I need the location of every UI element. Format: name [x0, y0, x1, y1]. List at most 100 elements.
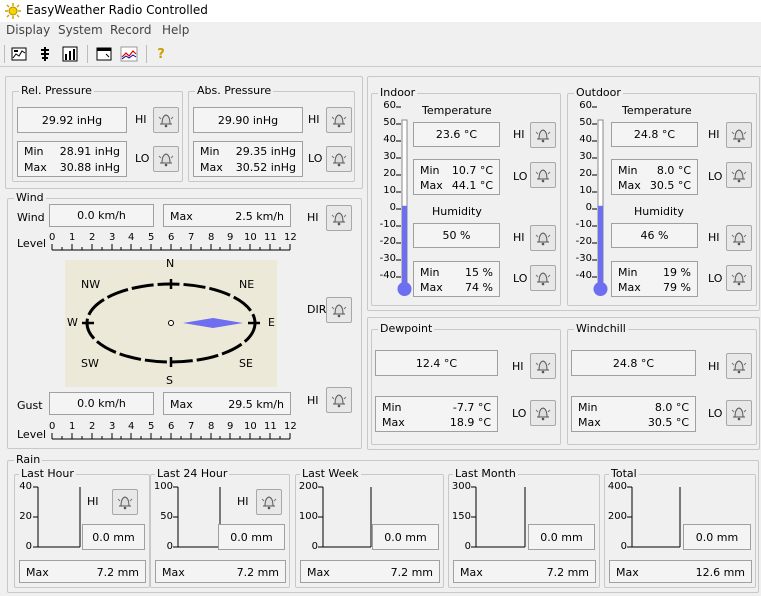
windchill-title: Windchill: [574, 322, 628, 335]
dewpoint-lo-label: LO: [512, 407, 527, 420]
rain-last-week-max: Max 7.2 mm: [300, 560, 440, 583]
outdoor-title: Outdoor: [574, 86, 623, 99]
outdoor-hum-hi-label: HI: [708, 231, 720, 244]
abs-pressure-group: Abs. Pressure 29.90 inHg HI Min 29.35 in…: [188, 84, 355, 182]
menu-help[interactable]: Help: [162, 23, 189, 37]
rain-total-max: Max 12.6 mm: [609, 560, 752, 583]
wind-max-box: Max 2.5 km/h: [163, 204, 291, 227]
indoor-hum-hi-alarm-button[interactable]: [530, 225, 556, 251]
abs-pressure-title: Abs. Pressure: [195, 84, 274, 97]
wind-dir-label: DIR: [307, 303, 327, 316]
outdoor-hum-title: Humidity: [634, 205, 684, 218]
bar-chart-icon[interactable]: [60, 44, 80, 64]
outdoor-temp-lo-label: LO: [708, 170, 723, 183]
outdoor-temp-hi-alarm-button[interactable]: [726, 122, 752, 148]
rain-last-hour-hi-alarm-button[interactable]: [112, 489, 138, 515]
indoor-title: Indoor: [378, 86, 418, 99]
windchill-max: 30.5 °C: [647, 416, 689, 429]
indoor-temp-min: 10.7 °C: [451, 164, 493, 177]
dewpoint-lo-alarm-button[interactable]: [530, 400, 556, 426]
outdoor-thermometer: 60 50 40 30 20 10 0 -10 -20 -30 -40: [570, 100, 610, 300]
rain-last-hour-title: Last Hour: [19, 467, 76, 480]
outdoor-temp-title: Temperature: [622, 104, 692, 117]
indoor-thermometer: 60 50 40 30 20 10 0 -10 -20 -30 -40: [374, 100, 414, 300]
abs-pressure-value: 29.90 inHg: [193, 107, 303, 133]
pressure-panel: Rel. Pressure 29.92 inHg HI Min 28.91 in…: [5, 76, 363, 189]
bell-icon: [261, 496, 277, 510]
menu-record[interactable]: Record: [110, 23, 151, 37]
rain-last-week-group: Last Week 200 100 0 0.0 mm Max 7.2 mm: [295, 467, 444, 588]
windchill-hi-alarm-button[interactable]: [726, 353, 752, 379]
wind-level-scale: 0 1 2 3 4 5 6 7 8 9 10 11 12: [49, 232, 297, 251]
menu-system[interactable]: System: [58, 23, 103, 37]
outdoor-group: Outdoor 60 50 40 30 20 10 0 -10 -20 -30 …: [567, 86, 757, 306]
line-graph-icon[interactable]: [119, 44, 139, 64]
abs-pressure-max: 30.52 inHg: [235, 161, 296, 174]
chart-pen-icon[interactable]: [9, 44, 29, 64]
abs-pressure-lo-alarm-button[interactable]: [326, 146, 352, 172]
gust-max-box: Max 29.5 km/h: [163, 392, 291, 415]
abs-pressure-minmax: Min 29.35 inHg Max 30.52 inHg: [193, 141, 303, 177]
bell-icon: [331, 304, 347, 318]
abs-pressure-hi-label: HI: [308, 113, 320, 126]
bell-icon: [331, 394, 347, 408]
compass-se: SE: [239, 357, 253, 370]
title-bar: EasyWeather Radio Controlled: [0, 0, 761, 22]
rain-last-hour-value: 0.0 mm: [82, 524, 145, 550]
sun-icon: [5, 3, 21, 19]
indoor-hum-lo-label: LO: [513, 272, 528, 285]
outdoor-hum-hi-alarm-button[interactable]: [726, 225, 752, 251]
gust-value: 0.0 km/h: [49, 392, 154, 415]
indoor-temp-lo-alarm-button[interactable]: [530, 162, 556, 188]
bell-icon: [535, 232, 551, 246]
rel-pressure-lo-alarm-button[interactable]: [153, 146, 179, 172]
indoor-group: Indoor 60 50 40 30 20 10 0 -10 -20 -30 -…: [371, 86, 561, 306]
gust-hi-label: HI: [307, 394, 319, 407]
windchill-lo-alarm-button[interactable]: [726, 400, 752, 426]
indoor-hum-lo-alarm-button[interactable]: [530, 265, 556, 291]
rain-last-month-value: 0.0 mm: [528, 524, 595, 550]
window-icon[interactable]: [94, 44, 114, 64]
wind-hi-label: HI: [307, 211, 319, 224]
rain-last-month-title: Last Month: [453, 467, 518, 480]
abs-pressure-min: 29.35 inHg: [235, 145, 296, 158]
rain-last-week-title: Last Week: [300, 467, 361, 480]
abs-pressure-lo-label: LO: [308, 152, 323, 165]
rain-last-24-hour-max: Max 7.2 mm: [155, 560, 286, 583]
dewpoint-minmax: Min -7.7 °C Max 18.9 °C: [375, 396, 498, 432]
wind-dir-alarm-button[interactable]: [326, 297, 352, 323]
menu-display[interactable]: Display: [6, 23, 50, 37]
rain-last-24-hour-title: Last 24 Hour: [155, 467, 230, 480]
abs-pressure-hi-alarm-button[interactable]: [326, 107, 352, 133]
dewpoint-hi-alarm-button[interactable]: [530, 353, 556, 379]
help-icon[interactable]: ?: [151, 44, 171, 64]
indoor-temp-hi-alarm-button[interactable]: [530, 122, 556, 148]
indoor-hum-value: 50 %: [413, 223, 500, 248]
bell-icon: [731, 129, 747, 143]
rain-last-24-hour-group: Last 24 Hour 100 50 0 HI 0.0 mm Max 7.2 …: [150, 467, 290, 588]
rain-last-24-hour-hi-alarm-button[interactable]: [256, 489, 282, 515]
rel-pressure-minmax: Min 28.91 inHg Max 30.88 inHg: [17, 141, 127, 177]
outdoor-hum-value: 46 %: [611, 223, 698, 248]
wind-max-value: 2.5 km/h: [235, 210, 284, 223]
bell-icon: [535, 169, 551, 183]
outdoor-temp-lo-alarm-button[interactable]: [726, 162, 752, 188]
rel-pressure-hi-alarm-button[interactable]: [153, 107, 179, 133]
gust-hi-alarm-button[interactable]: [326, 387, 352, 413]
rain-last-hour-hi-label: HI: [87, 495, 99, 508]
indoor-hum-hi-label: HI: [513, 231, 525, 244]
compass-nw: NW: [81, 278, 101, 291]
toolbar: ?: [0, 41, 761, 67]
wind-compass: N NE E SE S SW W NW: [65, 257, 277, 387]
bell-icon: [331, 114, 347, 128]
compass-s: S: [166, 374, 173, 387]
outdoor-hum-lo-alarm-button[interactable]: [726, 265, 752, 291]
wind-hi-alarm-button[interactable]: [326, 205, 352, 231]
indoor-mercury: [402, 205, 407, 285]
windchill-lo-label: LO: [708, 407, 723, 420]
windchill-minmax: Min 8.0 °C Max 30.5 °C: [571, 396, 696, 432]
outdoor-temp-value: 24.8 °C: [611, 122, 698, 147]
rel-pressure-max: 30.88 inHg: [59, 161, 120, 174]
tower-icon[interactable]: [35, 44, 55, 64]
gust-level-scale: 0 1 2 3 4 5 6 7 8 9 10 11 12: [49, 421, 297, 440]
